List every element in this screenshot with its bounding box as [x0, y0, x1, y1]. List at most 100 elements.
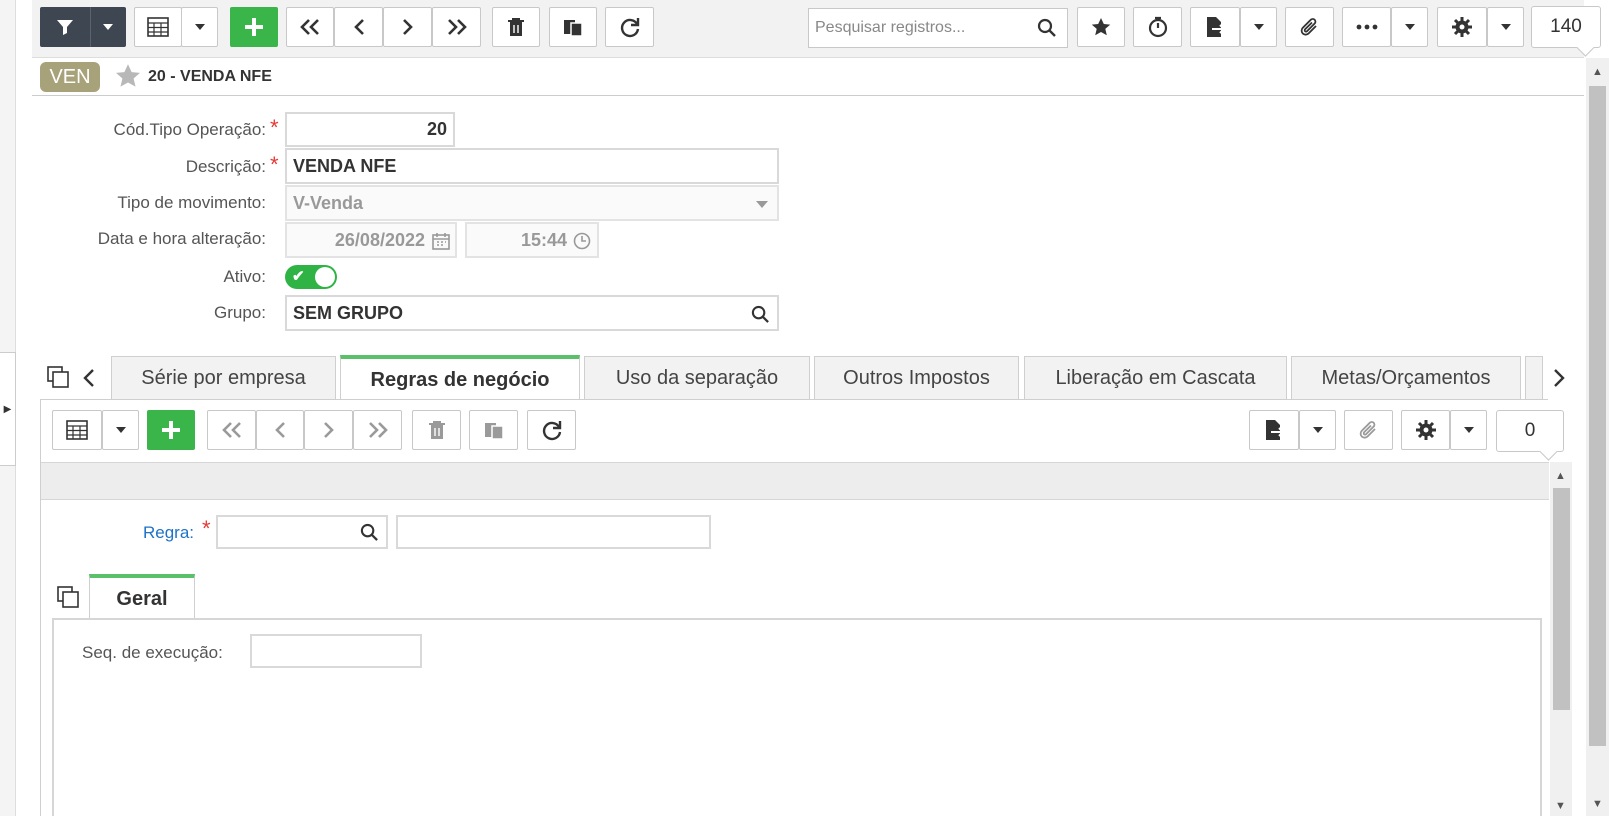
detail-duplicate-button[interactable]: [469, 410, 518, 450]
grid-view-dropdown[interactable]: [181, 7, 218, 47]
caret-down-icon: [103, 24, 113, 30]
toggle-knob: [315, 267, 335, 287]
regra-label[interactable]: Regra:: [143, 523, 194, 543]
detail-prev-button[interactable]: [256, 410, 304, 450]
seq-execucao-input[interactable]: [250, 634, 422, 668]
detail-header-strip: [41, 462, 1549, 500]
grid-view-button[interactable]: [134, 7, 182, 47]
ativo-toggle[interactable]: ✔: [285, 265, 337, 289]
required-mark: *: [270, 115, 279, 140]
desc-label: Descrição:: [185, 157, 266, 176]
detail-export-dropdown[interactable]: [1299, 410, 1336, 450]
detail-grid-view-button[interactable]: [52, 410, 102, 450]
page-title: 20 - VENDA NFE: [148, 68, 272, 85]
export-button[interactable]: [1190, 7, 1240, 47]
first-record-button[interactable]: [286, 7, 334, 47]
required-mark: *: [202, 516, 211, 541]
record-count-text: 140: [1550, 16, 1582, 37]
search-input[interactable]: [809, 19, 1029, 37]
double-chevron-right-icon: [447, 19, 467, 35]
next-record-button[interactable]: [383, 7, 432, 47]
chevron-right-icon: [402, 19, 413, 35]
add-button[interactable]: [230, 7, 278, 47]
settings-button[interactable]: [1437, 7, 1487, 47]
export-dropdown[interactable]: [1240, 7, 1277, 47]
tab-liberacao-em-cascata[interactable]: Liberação em Cascata: [1024, 356, 1287, 400]
tab-regras-de-negocio[interactable]: Regras de negócio: [340, 355, 580, 401]
duplicate-button[interactable]: [549, 7, 597, 47]
subtabs-overview-icon[interactable]: [57, 586, 79, 608]
more-options-dropdown[interactable]: [1391, 7, 1428, 47]
tab-serie-por-empresa[interactable]: Série por empresa: [111, 356, 336, 400]
tab-outros-impostos[interactable]: Outros Impostos: [814, 356, 1019, 400]
main-scrollbar-thumb[interactable]: [1589, 86, 1606, 746]
paperclip-icon: [1300, 18, 1317, 36]
caret-down-icon: [756, 201, 768, 208]
tabs-scroll-right-icon[interactable]: [1552, 368, 1566, 388]
detail-settings-button[interactable]: [1401, 410, 1450, 450]
detail-last-button[interactable]: [353, 410, 402, 450]
attachment-button[interactable]: [1285, 7, 1334, 47]
detail-first-button[interactable]: [207, 410, 256, 450]
detail-export-button[interactable]: [1249, 410, 1299, 450]
grupo-field[interactable]: SEM GRUPO: [285, 295, 779, 331]
detail-next-button[interactable]: [304, 410, 353, 450]
grupo-value: SEM GRUPO: [293, 302, 404, 323]
regra-description-input[interactable]: [396, 515, 711, 549]
expand-sidebar-handle[interactable]: ▶: [0, 352, 16, 466]
last-record-button[interactable]: [432, 7, 481, 47]
detail-settings-dropdown[interactable]: [1450, 410, 1487, 450]
detail-attachment-button[interactable]: [1344, 410, 1393, 450]
regra-code-input[interactable]: [216, 515, 388, 549]
tipo-select[interactable]: V-Venda: [285, 185, 779, 221]
star-icon: [1091, 18, 1111, 36]
chevron-right-icon: [323, 422, 334, 438]
tipo-label: Tipo de movimento:: [117, 193, 266, 212]
search-icon[interactable]: [1037, 18, 1057, 38]
gear-icon: [1415, 420, 1436, 440]
tabs-overview-icon[interactable]: [47, 366, 69, 388]
detail-scrollbar-thumb[interactable]: [1553, 488, 1570, 710]
tab-label: Liberação em Cascata: [1055, 367, 1256, 389]
calendar-icon: [432, 233, 450, 250]
delete-button[interactable]: [492, 7, 540, 47]
settings-dropdown[interactable]: [1487, 7, 1524, 47]
scroll-down-icon[interactable]: ▼: [1592, 798, 1603, 810]
tab-geral[interactable]: Geral: [89, 574, 195, 620]
more-icon: [1356, 24, 1377, 30]
favorite-button[interactable]: [1077, 7, 1125, 47]
search-icon[interactable]: [751, 305, 770, 324]
tabs-scroll-left-icon[interactable]: [82, 368, 96, 388]
tab-uso-da-separacao[interactable]: Uso da separação: [584, 356, 810, 400]
export-icon: [1266, 420, 1285, 440]
filter-dropdown-button[interactable]: [90, 7, 126, 47]
scroll-down-icon[interactable]: ▼: [1555, 800, 1566, 812]
detail-grid-dropdown[interactable]: [102, 410, 139, 450]
tab-label: Série por empresa: [141, 367, 306, 389]
cod-label: Cód.Tipo Operação:: [113, 120, 266, 139]
check-icon: ✔: [292, 268, 305, 285]
scroll-up-icon[interactable]: ▲: [1555, 470, 1566, 482]
desc-field[interactable]: VENDA NFE: [285, 148, 779, 184]
detail-refresh-button[interactable]: [527, 410, 576, 450]
refresh-button[interactable]: [605, 7, 654, 47]
detail-delete-button[interactable]: [412, 410, 461, 450]
scroll-up-icon[interactable]: ▲: [1592, 66, 1603, 78]
cod-field[interactable]: 20: [285, 112, 455, 147]
triangle-right-icon: ▶: [3, 403, 12, 415]
double-chevron-right-icon: [368, 422, 388, 438]
clock-icon: [573, 232, 591, 250]
previous-record-button[interactable]: [334, 7, 383, 47]
search-icon[interactable]: [360, 523, 379, 542]
detail-add-button[interactable]: [147, 410, 195, 450]
module-badge: VEN: [40, 62, 100, 92]
tab-metas-orcamentos[interactable]: Metas/Orçamentos: [1291, 356, 1521, 400]
filter-button[interactable]: [40, 7, 90, 47]
more-options-button[interactable]: [1342, 7, 1391, 47]
record-count: 140: [1531, 6, 1601, 48]
paperclip-icon: [1359, 421, 1376, 439]
seq-label: Seq. de execução:: [82, 643, 223, 662]
timer-button[interactable]: [1133, 7, 1182, 47]
double-chevron-left-icon: [300, 19, 319, 35]
favorite-star-icon[interactable]: [115, 63, 141, 89]
